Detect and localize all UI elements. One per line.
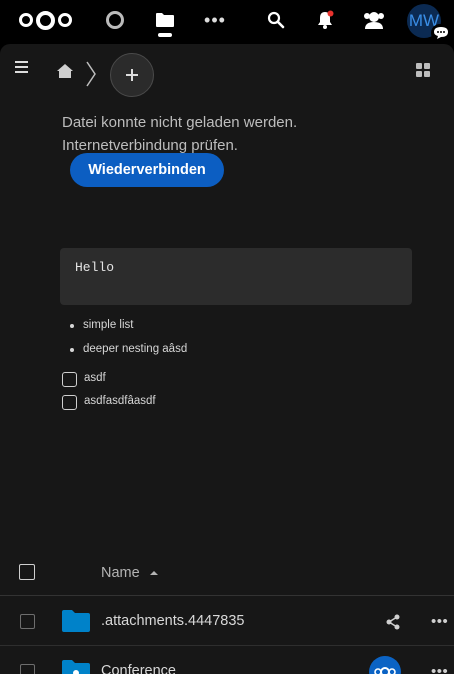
bullet-list: simple list deeper nesting aâsd	[70, 317, 187, 365]
home-icon[interactable]	[56, 63, 76, 83]
row-checkbox[interactable]	[20, 614, 35, 629]
shared-folder-icon	[61, 659, 91, 674]
breadcrumb-separator-icon	[84, 60, 98, 88]
top-header: ••• MW	[0, 0, 454, 44]
file-name[interactable]: .attachments.4447835	[101, 613, 245, 629]
list-item: simple list	[70, 317, 187, 341]
main-content: Datei konnte nicht geladen werden. Inter…	[0, 44, 454, 674]
task-label: asdf	[84, 372, 106, 384]
logo-ring-left	[18, 13, 33, 27]
table-row[interactable]: Conference •••	[0, 647, 454, 674]
sort-by-name-button[interactable]: Name	[101, 565, 158, 581]
task-list: asdf asdfasdfâasdf	[62, 371, 156, 417]
file-list-header: Name	[0, 552, 454, 596]
logo-ring-right	[57, 13, 72, 27]
list-item: deeper nesting aâsd	[70, 341, 187, 365]
task-checkbox[interactable]	[62, 372, 77, 387]
dashboard-icon[interactable]	[104, 0, 126, 40]
search-icon[interactable]	[264, 0, 288, 40]
sort-ascending-icon	[149, 571, 158, 575]
more-actions-icon[interactable]: •••	[431, 663, 449, 674]
navigation-toggle-button[interactable]	[10, 58, 34, 76]
task-item: asdf	[62, 371, 156, 394]
folder-icon	[61, 609, 91, 633]
error-line-1: Datei konnte nicht geladen werden.	[62, 114, 298, 131]
code-block: Hello	[60, 248, 412, 305]
shared-with-avatar[interactable]	[369, 656, 401, 674]
file-name[interactable]: Conference	[101, 663, 176, 674]
select-all-checkbox[interactable]	[19, 564, 35, 580]
contacts-icon[interactable]	[360, 0, 388, 40]
talk-icon[interactable]	[431, 24, 451, 42]
row-checkbox[interactable]	[20, 664, 35, 674]
more-actions-icon[interactable]: •••	[431, 613, 449, 631]
name-column-label: Name	[101, 565, 140, 581]
task-checkbox[interactable]	[62, 395, 77, 410]
reconnect-button[interactable]: Wiederverbinden	[70, 153, 224, 187]
share-icon[interactable]	[384, 613, 402, 631]
more-apps-icon[interactable]: •••	[203, 0, 227, 40]
logo-ring-center	[35, 10, 55, 30]
table-row[interactable]: .attachments.4447835 •••	[0, 597, 454, 646]
new-file-button[interactable]	[110, 53, 154, 97]
plus-icon	[126, 69, 138, 81]
editor-error-message: Datei konnte nicht geladen werden. Inter…	[62, 111, 382, 157]
task-item: asdfasdfâasdf	[62, 394, 156, 417]
notifications-icon[interactable]	[312, 0, 338, 40]
grid-view-toggle-icon[interactable]	[416, 63, 432, 79]
nextcloud-logo[interactable]	[12, 0, 78, 40]
active-app-indicator	[158, 33, 172, 37]
task-label: asdfasdfâasdf	[84, 395, 156, 407]
